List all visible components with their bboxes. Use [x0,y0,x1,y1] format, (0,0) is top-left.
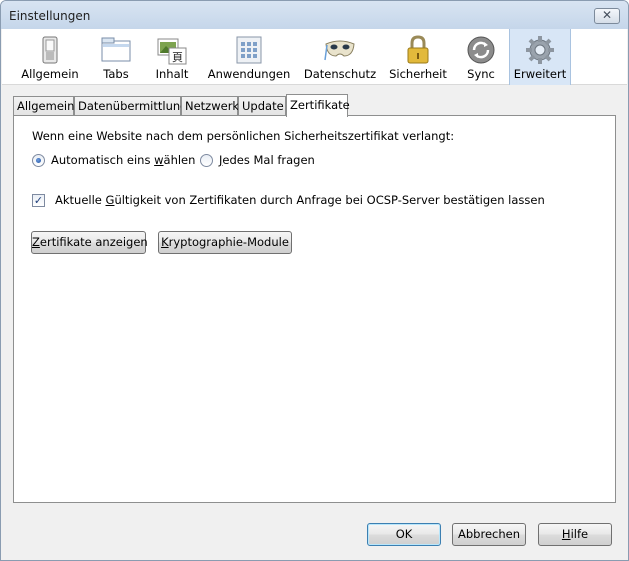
window-title: Einstellungen [9,9,91,23]
ok-button[interactable]: OK [367,523,441,546]
applications-icon [236,36,262,64]
toolbar-label: Inhalt [155,67,189,81]
gear-icon [526,36,554,64]
preferences-toolbar: Allgemein Tabs 頁 Inhalt Anwendungen Date… [2,29,627,85]
toolbar-label: Sicherheit [389,67,447,81]
toolbar-inhalt[interactable]: 頁 Inhalt [146,29,198,85]
tab-netzwerk[interactable]: Netzwerk [181,96,239,116]
preferences-window: Einstellungen ✕ Allgemein Tabs 頁 Inhalt … [0,0,629,561]
toolbar-label: Erweitert [513,67,567,81]
certificate-prompt-label: Wenn eine Website nach dem persönlichen … [32,129,455,143]
privacy-mask-icon [324,40,355,61]
help-button[interactable]: Hilfe [538,523,612,546]
sync-icon [467,36,495,64]
close-icon: ✕ [601,8,613,22]
svg-text:頁: 頁 [172,51,183,64]
ocsp-checkbox[interactable]: ✓ [32,194,45,207]
switch-icon [42,36,58,64]
toolbar-erweitert[interactable]: Erweitert [509,29,571,85]
padlock-icon [407,35,429,64]
title-bar[interactable]: Einstellungen ✕ [1,1,628,29]
toolbar-label: Allgemein [21,67,79,81]
toolbar-allgemein[interactable]: Allgemein [14,29,86,85]
toolbar-label: Datenschutz [303,67,377,81]
toolbar-anwendungen[interactable]: Anwendungen [203,29,295,85]
view-certificates-button[interactable]: Zertifikate anzeigen [31,231,148,254]
tab-update[interactable]: Update [238,96,286,116]
ocsp-checkbox-label[interactable]: Aktuelle Gültigkeit von Zertifikaten dur… [55,193,545,207]
tabs-icon [101,37,131,62]
toolbar-tabs[interactable]: Tabs [90,29,142,85]
radio-selected-dot [36,158,41,163]
radio-ask-every-time-label[interactable]: Jedes Mal fragen [219,153,315,167]
content-icon: 頁 [157,38,187,65]
security-devices-button[interactable]: Kryptographie-Module [158,231,292,254]
tab-datenuebermittlung[interactable]: Datenübermittlung [74,96,187,116]
toolbar-datenschutz[interactable]: Datenschutz [301,29,379,85]
cancel-button[interactable]: Abbrechen [452,523,526,546]
toolbar-sicherheit[interactable]: Sicherheit [385,29,451,85]
tab-zertifikate[interactable]: Zertifikate [286,94,350,117]
radio-auto-select-label[interactable]: Automatisch eins wählen [51,153,195,167]
checkmark-icon: ✓ [33,194,44,207]
close-button[interactable]: ✕ [594,8,620,24]
toolbar-label: Anwendungen [207,67,291,81]
toolbar-label: Sync [467,67,495,81]
certificates-panel: Wenn eine Website nach dem persönlichen … [13,115,616,503]
toolbar-label: Tabs [103,67,129,81]
tab-allgemein[interactable]: Allgemein [13,96,74,116]
toolbar-sync[interactable]: Sync [455,29,507,85]
radio-ask-every-time[interactable] [200,154,213,167]
radio-auto-select[interactable] [32,154,45,167]
